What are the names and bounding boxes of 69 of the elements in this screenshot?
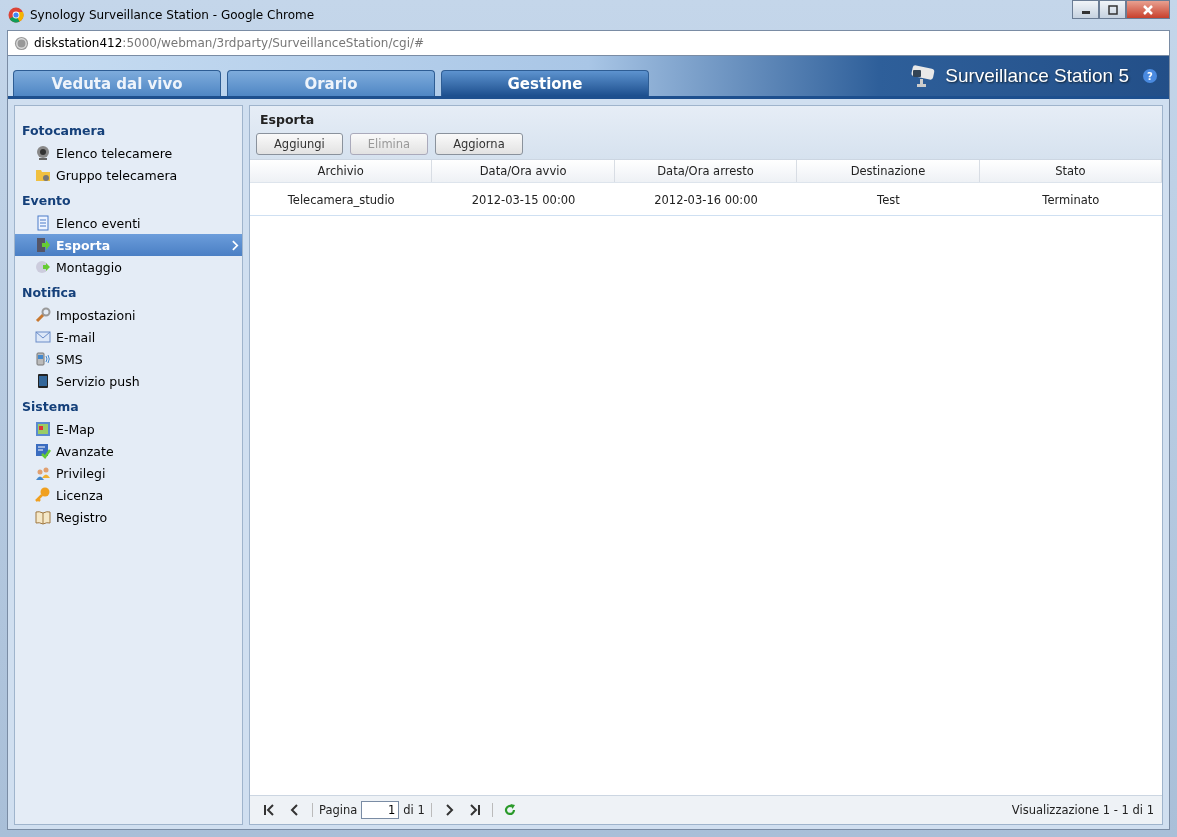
sidebar-item[interactable]: Montaggio <box>15 256 242 278</box>
minimize-button[interactable] <box>1072 0 1099 19</box>
menu-item-icon <box>35 259 51 275</box>
sidebar-item[interactable]: E-mail <box>15 326 242 348</box>
toolbar-button[interactable]: Aggiorna <box>435 133 523 155</box>
sidebar-item[interactable]: Avanzate <box>15 440 242 462</box>
menu-item-icon <box>35 421 51 437</box>
window-title: Synology Surveillance Station - Google Chrome <box>30 8 315 22</box>
column-header[interactable]: Stato <box>979 160 1163 182</box>
chevron-icon <box>232 239 239 251</box>
close-button[interactable] <box>1126 0 1170 19</box>
panel-title: Esporta <box>259 112 316 129</box>
column-header[interactable]: Data/Ora avvio <box>432 160 615 182</box>
section-heading: Notifica <box>21 284 78 302</box>
menu-item-icon <box>35 487 51 503</box>
menu-item-icon <box>35 329 51 345</box>
menu-item-icon <box>35 443 51 459</box>
maximize-icon <box>1106 3 1119 16</box>
page-label: Pagina <box>319 803 358 817</box>
last-page-icon <box>468 804 481 816</box>
section-heading: Evento <box>21 192 72 210</box>
sidebar-item[interactable]: Elenco telecamere <box>15 142 242 164</box>
menu-item-icon <box>35 351 51 367</box>
sidebar-item[interactable]: Elenco eventi <box>15 212 242 234</box>
sidebar-item[interactable]: Impostazioni <box>15 304 242 326</box>
table-cell-text: 2012-03-16 00:00 <box>653 192 759 209</box>
maximize-button[interactable] <box>1099 0 1126 19</box>
first-page-icon <box>263 804 275 816</box>
table-cell-text: Terminato <box>1041 192 1101 209</box>
refresh-icon <box>503 804 516 816</box>
menu-item-icon <box>35 509 51 525</box>
results-summary: Visualizzazione 1 - 1 di 1 <box>1011 803 1154 817</box>
table-cell-text: Telecamera_studio <box>286 192 396 209</box>
sidebar-item[interactable]: Licenza <box>15 484 242 506</box>
address-bar[interactable]: diskstation412:5000/webman/3rdparty/SurveillanceStation/cgi/# <box>7 30 1170 56</box>
minimize-icon <box>1081 11 1090 14</box>
menu-item-icon <box>35 465 51 481</box>
previous-icon <box>289 804 301 816</box>
table-cell-text: 2012-03-15 00:00 <box>470 192 577 209</box>
url-path: :5000/webman/3rdparty/SurveillanceStation/cgi/# <box>122 36 425 50</box>
sidebar-item[interactable]: Privilegi <box>15 462 242 484</box>
section-heading: Fotocamera <box>21 122 107 140</box>
page-count: di 1 <box>403 803 425 817</box>
column-header[interactable]: Archivio <box>250 160 433 182</box>
menu-item-icon <box>35 145 51 161</box>
menu-item-icon <box>35 237 51 253</box>
menu-item-icon <box>35 373 51 389</box>
sidebar-item[interactable]: Registro <box>15 506 242 528</box>
help-button[interactable]: ? <box>1143 69 1157 83</box>
page-input[interactable]: 1 <box>361 801 400 819</box>
tab[interactable]: Gestione <box>441 70 649 96</box>
sidebar-item[interactable]: E-Map <box>15 418 242 440</box>
menu-item-icon <box>35 307 51 323</box>
browser-logo-icon <box>8 7 24 23</box>
table-row[interactable]: Telecamera_studio 2012-03-15 00:00 2012-03-16 00:00 Test Terminato <box>250 183 1162 216</box>
globe-icon <box>14 35 29 51</box>
column-header[interactable]: Destinazione <box>797 160 980 182</box>
toolbar-button[interactable]: Aggiungi <box>256 133 343 155</box>
menu-item-icon <box>35 215 51 231</box>
url-host: diskstation412 <box>34 36 123 50</box>
app-title: Surveillance Station 5 <box>945 65 1129 87</box>
sidebar-item[interactable]: Gruppo telecamera <box>15 164 242 186</box>
sidebar-item[interactable]: SMS <box>15 348 242 370</box>
table-cell-text: Test <box>876 192 901 209</box>
section-heading: Sistema <box>21 398 80 416</box>
sidebar-item[interactable]: Servizio push <box>15 370 242 392</box>
close-icon <box>1142 3 1154 16</box>
menu-item-icon <box>35 167 51 183</box>
column-header[interactable]: Data/Ora arresto <box>614 160 798 182</box>
